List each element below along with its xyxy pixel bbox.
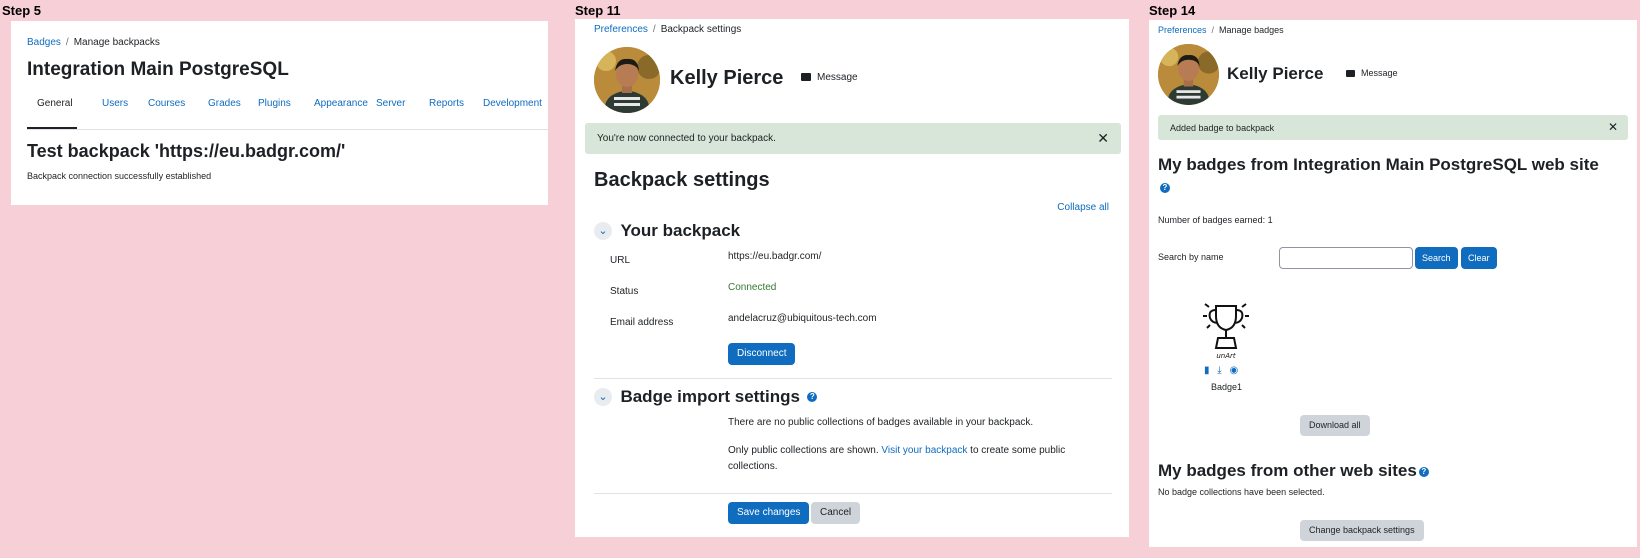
badge-name[interactable]: Badge1 — [1211, 382, 1242, 392]
help-icon[interactable]: ? — [807, 392, 818, 402]
no-collections-text: No badge collections have been selected. — [1158, 487, 1325, 497]
help-icon[interactable]: ? — [1418, 466, 1429, 477]
breadcrumb: Badges / Manage backpacks — [27, 37, 160, 48]
tab-appearance[interactable]: Appearance — [314, 98, 368, 109]
step-label-5: Step 5 — [2, 3, 42, 18]
alert-text: You're now connected to your backpack. — [597, 133, 776, 144]
import-text: There are no public collections of badge… — [728, 417, 1034, 428]
tab-courses[interactable]: Courses — [148, 98, 185, 109]
panel-step-11: Preferences / Backpack settings Kelly Pier… — [575, 19, 1129, 537]
close-icon[interactable]: ✕ — [1097, 130, 1109, 147]
section-title: Your backpack — [620, 221, 741, 240]
badge-count: Number of badges earned: 1 — [1158, 215, 1273, 225]
user-name: Kelly Pierce — [670, 67, 784, 89]
save-changes-button[interactable]: Save changes — [728, 502, 810, 524]
badge-actions: ▮ ⤓ ◉ — [1204, 365, 1238, 376]
tab-reports[interactable]: Reports — [429, 98, 464, 109]
email-label: Email address — [610, 317, 674, 328]
download-all-button[interactable]: Download all — [1300, 415, 1370, 436]
message-button[interactable]: Message — [1346, 68, 1398, 78]
chevron-down-icon: ⌄ — [594, 388, 612, 406]
connection-message: Backpack connection successfully establi… — [27, 171, 212, 181]
user-avatar — [594, 47, 660, 113]
url-label: URL — [610, 255, 631, 266]
user-avatar — [1158, 44, 1219, 105]
message-label: Message — [1361, 68, 1398, 78]
breadcrumb: Preferences / Backpack settings — [594, 24, 742, 35]
message-icon — [1346, 70, 1355, 78]
breadcrumb-current: Manage backpacks — [73, 37, 160, 48]
message-button[interactable]: Message — [801, 72, 858, 83]
clear-button[interactable]: Clear — [1461, 247, 1497, 269]
tab-server[interactable]: Server — [376, 98, 405, 109]
email-value: andelacruz@ubiquitous-tech.com — [728, 313, 877, 324]
my-badges-heading: My badges from Integration Main PostgreS… — [1158, 155, 1599, 174]
url-value: https://eu.badgr.com/ — [728, 251, 822, 262]
tab-plugins[interactable]: Plugins — [258, 98, 291, 109]
help-icon[interactable]: ? — [1160, 183, 1170, 193]
success-alert: Added badge to backpack ✕ — [1158, 115, 1628, 140]
message-label: Message — [817, 72, 858, 83]
tab-divider — [27, 129, 548, 130]
user-name: Kelly Pierce — [1227, 64, 1324, 83]
breadcrumb-badges[interactable]: Badges — [27, 37, 61, 48]
tab-development[interactable]: Development — [483, 98, 542, 109]
site-title: Integration Main PostgreSQL — [27, 59, 289, 80]
search-label: Search by name — [1158, 252, 1224, 262]
section-your-backpack[interactable]: ⌄ Your backpack — [594, 221, 740, 241]
tab-general[interactable]: General — [37, 98, 73, 109]
section-title: Badge import settings — [620, 387, 800, 406]
close-icon[interactable]: ✕ — [1608, 120, 1618, 134]
disconnect-button[interactable]: Disconnect — [728, 343, 796, 365]
page-heading: Backpack settings — [594, 169, 770, 191]
alert-text: Added badge to backpack — [1170, 123, 1275, 133]
breadcrumb: Preferences / Manage badges — [1158, 25, 1284, 35]
search-button[interactable]: Search — [1415, 247, 1458, 269]
test-heading: Test backpack 'https://eu.badgr.com/' — [27, 141, 346, 161]
lock-icon[interactable]: ▮ — [1204, 365, 1210, 376]
breadcrumb-preferences[interactable]: Preferences — [1158, 25, 1207, 35]
change-backpack-settings-button[interactable]: Change backpack settings — [1300, 520, 1424, 541]
note-text: collections. — [728, 461, 778, 472]
svg-text:unArt: unArt — [1216, 352, 1236, 360]
form-divider — [594, 493, 1112, 494]
trophy-icon: unArt — [1203, 303, 1249, 360]
tab-grades[interactable]: Grades — [208, 98, 241, 109]
eye-icon[interactable]: ◉ — [1230, 365, 1239, 376]
collapse-all-link[interactable]: Collapse all — [1057, 202, 1109, 213]
panel-step-5: Badges / Manage backpacks Integration Main… — [11, 21, 548, 205]
step-label-11: Step 11 — [575, 3, 621, 18]
visit-backpack-link[interactable]: Visit your backpack — [881, 445, 967, 456]
message-icon — [801, 73, 811, 82]
other-badges-heading: My badges from other web sites? — [1158, 461, 1429, 481]
panel-step-14: Preferences / Manage badges Kelly Pierce M… — [1149, 20, 1637, 547]
section-divider — [594, 378, 1112, 379]
cancel-button[interactable]: Cancel — [811, 502, 861, 524]
breadcrumb-preferences[interactable]: Preferences — [594, 24, 648, 35]
success-alert: You're now connected to your backpack. ✕ — [585, 123, 1121, 154]
chevron-down-icon: ⌄ — [594, 222, 612, 240]
breadcrumb-current: Manage badges — [1219, 25, 1284, 35]
section-badge-import[interactable]: ⌄ Badge import settings ? — [594, 387, 818, 407]
step-label-14: Step 14 — [1149, 3, 1196, 18]
status-value: Connected — [728, 282, 777, 293]
public-collections-note: Only public collections are shown. Visit… — [728, 443, 1068, 475]
tab-users[interactable]: Users — [102, 98, 128, 109]
search-input[interactable] — [1279, 247, 1413, 269]
note-text: to create some public — [970, 445, 1066, 456]
status-label: Status — [610, 286, 639, 297]
other-heading-text: My badges from other web sites — [1158, 461, 1417, 480]
note-text: Only public collections are shown. — [728, 445, 879, 456]
download-icon[interactable]: ⤓ — [1217, 365, 1221, 376]
breadcrumb-current: Backpack settings — [660, 24, 742, 35]
